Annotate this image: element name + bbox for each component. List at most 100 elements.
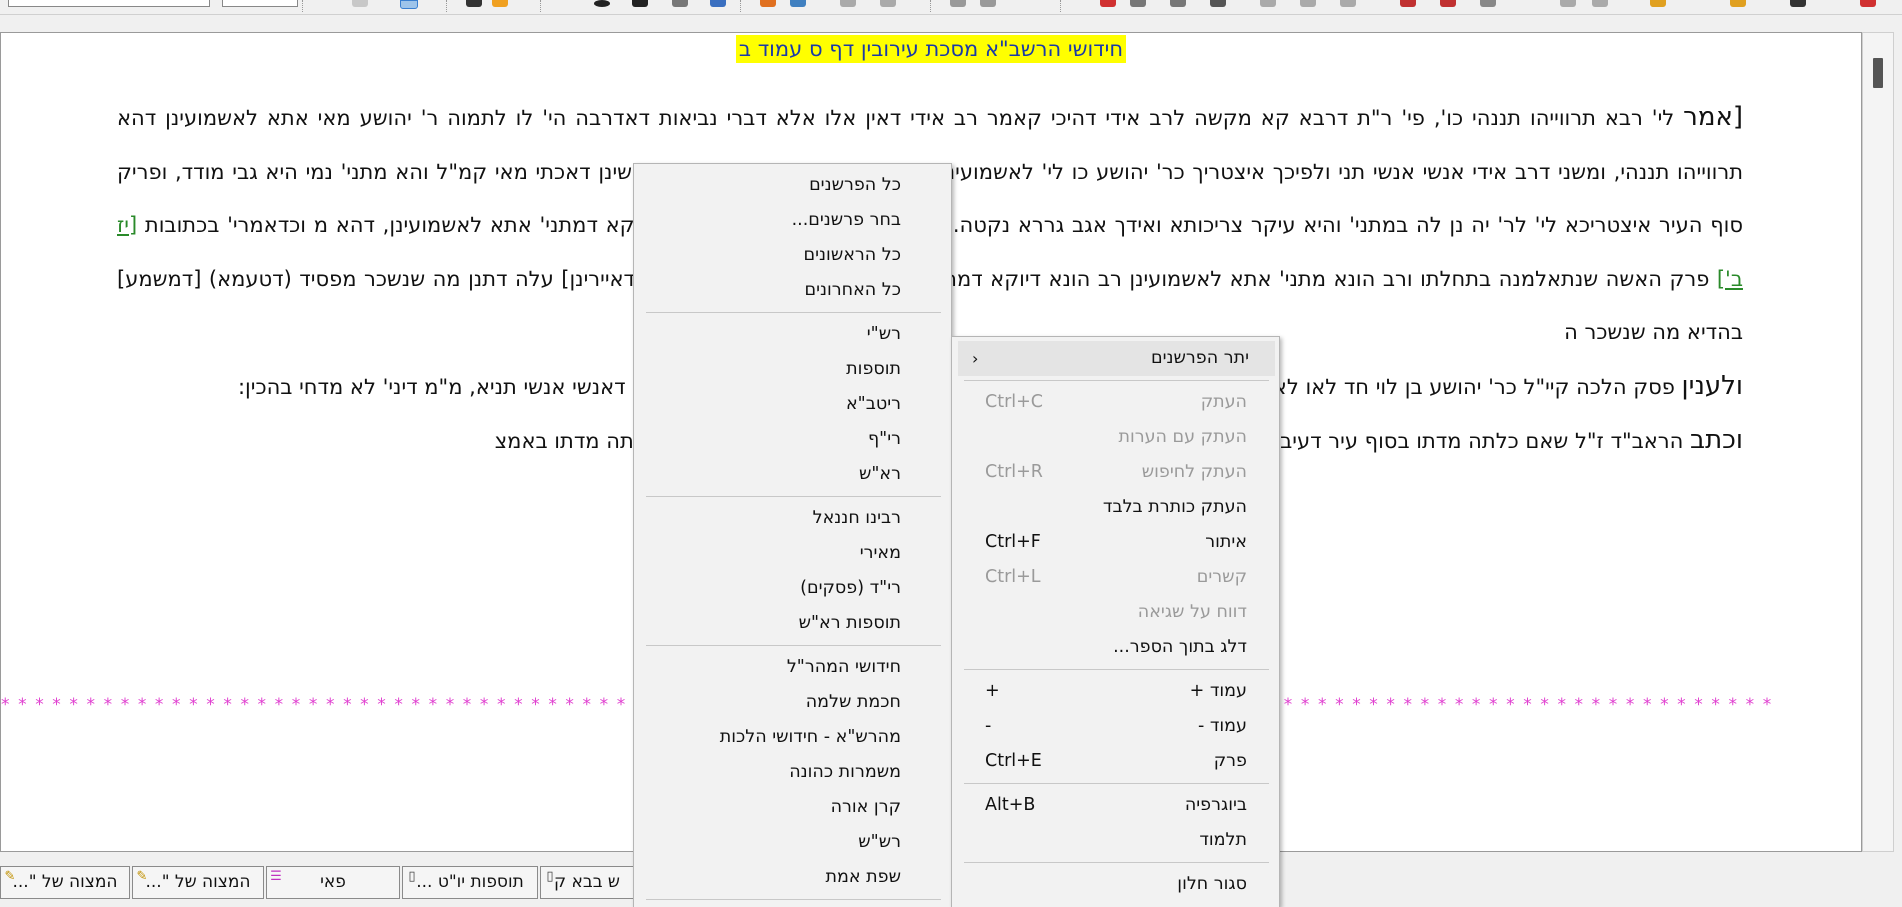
toolbar-separator	[1060, 0, 1062, 12]
toolbar-button-icon[interactable]	[710, 0, 726, 7]
menu-item-copy-with-notes[interactable]: העתק עם הערות	[952, 420, 1279, 455]
menu-item-rashi[interactable]: רש"י	[634, 317, 951, 352]
toolbar-button-icon[interactable]	[1592, 0, 1608, 7]
window-tab-label: פאי	[320, 872, 346, 892]
toolbar-button-icon[interactable]	[1400, 0, 1416, 7]
toolbar-button-icon[interactable]	[1170, 0, 1186, 7]
toolbar-button-icon[interactable]	[1340, 0, 1356, 7]
menu-separator	[646, 496, 941, 497]
toolbar-button-icon[interactable]	[760, 0, 776, 7]
toolbar-button-icon[interactable]	[1730, 0, 1746, 7]
menu-item-copy-title-only[interactable]: העתק כותרת בלבד	[952, 490, 1279, 525]
menu-item-label: עמוד +	[1189, 681, 1247, 701]
menu-item-chapter[interactable]: פרק Ctrl+E	[952, 744, 1279, 779]
menu-item-rid-psakim[interactable]: רי"ד (פסקים)	[634, 571, 951, 606]
toolbar-button-icon[interactable]	[1130, 0, 1146, 7]
toolbar-button-icon[interactable]	[1650, 0, 1666, 7]
menu-item-jump-in-book[interactable]: דלג בתוך הספר...	[952, 630, 1279, 665]
menu-separator	[964, 380, 1269, 381]
menu-item-tosafot-rosh[interactable]: תוספות רא"ש	[634, 606, 951, 641]
window-tab[interactable]: ▯ ש בבא ק	[540, 866, 634, 899]
menu-item-copy[interactable]: העתק Ctrl+C	[952, 385, 1279, 420]
toolbar-button-icon[interactable]	[840, 0, 856, 7]
toolbar-combo-book[interactable]	[8, 0, 210, 7]
menu-item-label: קרן אורה	[830, 797, 901, 817]
window-tab[interactable]: ☰ פאי	[266, 866, 400, 899]
toolbar-button-icon[interactable]	[1210, 0, 1226, 7]
menu-item-close-window[interactable]: סגור חלון	[952, 867, 1279, 902]
menu-item-shortcut: Ctrl+F	[985, 532, 1041, 552]
menu-item-biography[interactable]: ביוגרפיה Alt+B	[952, 788, 1279, 823]
menu-item-label: תלמוד	[1199, 830, 1247, 850]
menu-item-choose-commentators[interactable]: בחר פרשנים...	[634, 203, 951, 238]
toolbar-button-icon[interactable]	[1560, 0, 1576, 7]
toolbar-combo-page[interactable]	[222, 0, 298, 7]
scrollbar-thumb[interactable]	[1873, 58, 1883, 88]
menu-item-shortcut: Alt+B	[985, 795, 1036, 815]
paragraph-text: וכדאמרי' בכתובות	[144, 213, 306, 237]
menu-item-maharsha-halachot[interactable]: מהרש"א - חידושי הלכות	[634, 720, 951, 755]
menu-item-rabbeinu-chananel[interactable]: רבינו חננאל	[634, 501, 951, 536]
toolbar-button-icon[interactable]	[1260, 0, 1276, 7]
menu-item-copy-for-search[interactable]: העתק לחיפוש Ctrl+R	[952, 455, 1279, 490]
menu-item-page-next[interactable]: עמוד + +	[952, 674, 1279, 709]
window-tab[interactable]: ✎ המצוה של "...	[0, 866, 130, 899]
toolbar-button-icon[interactable]	[466, 0, 482, 7]
toolbar-button-icon[interactable]	[594, 0, 610, 7]
window-tab-label: ש בבא ק	[554, 872, 620, 892]
menu-item-report-error[interactable]: דווח על שגיאה	[952, 595, 1279, 630]
toolbar-button-icon[interactable]	[790, 0, 806, 7]
menu-item-mishmarot-kehuna[interactable]: משמרות כהונה	[634, 755, 951, 790]
menu-item-sfat-emet[interactable]: שפת אמת	[634, 860, 951, 895]
toolbar-button-icon[interactable]	[1860, 0, 1876, 7]
menu-item-label: ביוגרפיה	[1184, 795, 1247, 815]
toolbar-button-icon[interactable]	[1300, 0, 1316, 7]
toolbar-button-icon[interactable]	[1440, 0, 1456, 7]
menu-item-shortcut: +	[985, 681, 1000, 701]
menu-item-meiri[interactable]: מאירי	[634, 536, 951, 571]
menu-item-page-prev[interactable]: עמוד - -	[952, 709, 1279, 744]
menu-item-links[interactable]: קשרים Ctrl+L	[952, 560, 1279, 595]
menu-item-label: רש"ש	[858, 832, 901, 852]
toolbar-button-icon[interactable]	[400, 0, 418, 9]
menu-item-rashash[interactable]: רש"ש	[634, 825, 951, 860]
menu-item-rosh[interactable]: רא"ש	[634, 457, 951, 492]
vertical-scrollbar[interactable]	[1862, 32, 1894, 852]
menu-separator	[964, 862, 1269, 863]
window-tab[interactable]: ✎ המצוה של "...	[132, 866, 264, 899]
menu-item-shortcut: -	[985, 716, 992, 736]
menu-separator	[646, 312, 941, 313]
toolbar-button-icon[interactable]	[632, 0, 648, 7]
toolbar-button-icon[interactable]	[980, 0, 996, 7]
toolbar-button-icon[interactable]	[1480, 0, 1496, 7]
menu-item-rif[interactable]: רי"ף	[634, 422, 951, 457]
window-tab-label: המצוה של "...	[145, 872, 251, 892]
menu-item-talmud[interactable]: תלמוד	[952, 823, 1279, 858]
window-tab[interactable]: ▯ תוספות יו"ט ...	[402, 866, 538, 899]
toolbar-button-icon[interactable]	[1790, 0, 1806, 7]
paragraph-lead-word: [אמר	[1683, 102, 1743, 132]
menu-item-chidushei-maharal[interactable]: חידושי המהר"ל	[634, 650, 951, 685]
toolbar-button-icon[interactable]	[672, 0, 688, 7]
menu-item-other-commentators[interactable]: יתר הפרשנים ‹	[958, 341, 1275, 376]
menu-item-ritva[interactable]: ריטב"א	[634, 387, 951, 422]
toolbar-button-icon[interactable]	[1100, 0, 1116, 7]
toolbar-button-icon[interactable]	[880, 0, 896, 7]
context-menu: יתר הפרשנים ‹ העתק Ctrl+C העתק עם הערות ה…	[951, 336, 1280, 907]
menu-item-all-acharonim[interactable]: כל האחרונים	[634, 273, 951, 308]
toolbar-button-icon[interactable]	[352, 0, 368, 7]
menu-item-label: רי"ד (פסקים)	[800, 578, 901, 598]
menu-item-keren-ora[interactable]: קרן אורה	[634, 790, 951, 825]
menu-item-label: ריטב"א	[845, 394, 901, 414]
menu-item-tosafot[interactable]: תוספות	[634, 352, 951, 387]
toolbar-separator	[302, 0, 304, 12]
toolbar-button-icon[interactable]	[950, 0, 966, 7]
menu-separator	[646, 899, 941, 900]
menu-item-all-commentators[interactable]: כל הפרשנים	[634, 168, 951, 203]
toolbar-button-icon[interactable]	[492, 0, 508, 7]
menu-item-chochmat-shlomo[interactable]: חכמת שלמה	[634, 685, 951, 720]
menu-item-find[interactable]: איתור Ctrl+F	[952, 525, 1279, 560]
document-title: חידושי הרשב"א מסכת עירובין דף ס עמוד ב	[735, 35, 1127, 63]
menu-item-label: רבינו חננאל	[812, 508, 901, 528]
menu-item-all-rishonim[interactable]: כל הראשונים	[634, 238, 951, 273]
